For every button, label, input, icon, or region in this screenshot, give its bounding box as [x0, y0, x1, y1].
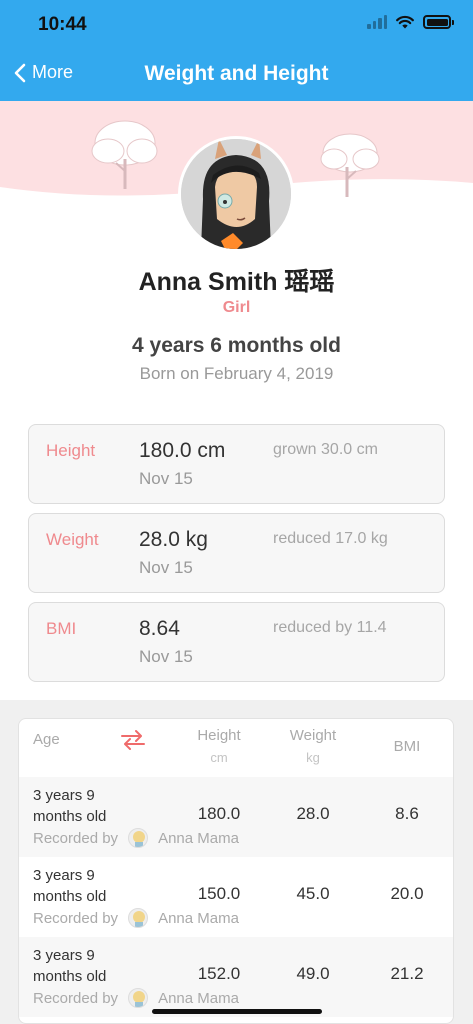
row-weight: 28.0 [296, 804, 330, 823]
row-height: 152.0 [197, 964, 241, 983]
card-label: BMI [46, 619, 77, 638]
card-change: grown 30.0 cm [273, 441, 378, 458]
row-height: 180.0 [197, 804, 241, 823]
row-bmi: 21.2 [390, 964, 424, 983]
tree-illustration-right [320, 133, 380, 197]
wifi-icon [396, 15, 414, 29]
child-avatar-icon [181, 139, 291, 249]
row-bmi: 8.6 [395, 804, 419, 823]
row-age: 3 years 9 months old [33, 787, 107, 825]
cellular-signal-icon [367, 15, 387, 29]
row-recorder: Recorded by Anna Mama [33, 988, 239, 1008]
bmi-card[interactable]: BMI 8.64 Nov 15 reduced by 11.4 [28, 602, 445, 682]
row-bmi: 20.0 [390, 884, 424, 903]
child-age: 4 years 6 months old [132, 334, 341, 357]
recorder-avatar [128, 828, 149, 848]
child-name: Anna Smith 瑶瑶 [138, 268, 335, 296]
column-header-height: Height cm [179, 727, 259, 765]
column-header-bmi: BMI [393, 738, 421, 755]
card-change: reduced 17.0 kg [273, 530, 388, 547]
row-recorder: Recorded by Anna Mama [33, 828, 239, 848]
card-label: Height [46, 441, 96, 460]
card-date: Nov 15 [139, 647, 193, 666]
status-bar: 10:44 [0, 0, 473, 50]
card-date: Nov 15 [139, 469, 193, 488]
row-recorder: Recorded by Anna Mama [33, 908, 239, 928]
header-weight-unit: kg [306, 750, 320, 765]
column-header-weight: Weight kg [273, 727, 353, 765]
height-card[interactable]: Height 180.0 cm Nov 15 grown 30.0 cm [28, 424, 445, 504]
card-value: 180.0 cm [139, 439, 226, 462]
status-icons [367, 15, 454, 29]
profile-avatar[interactable] [178, 136, 294, 252]
recorder-name: Anna Mama [158, 909, 239, 927]
recorder-avatar [128, 908, 149, 928]
row-height: 150.0 [197, 884, 241, 903]
weight-card[interactable]: Weight 28.0 kg Nov 15 reduced 17.0 kg [28, 513, 445, 593]
header-weight-label: Weight [289, 727, 337, 744]
recorded-by-label: Recorded by [33, 829, 119, 847]
recorder-name: Anna Mama [158, 829, 239, 847]
table-row[interactable]: 3 years 9 months old Recorded by Anna Ma… [19, 777, 453, 857]
row-age: 3 years 9 months old [33, 947, 107, 985]
battery-icon [423, 15, 454, 29]
swap-arrows-icon [121, 730, 145, 750]
child-gender: Girl [222, 299, 251, 316]
records-table: Age Height cm Weight kg BMI 3 years 9 mo… [18, 718, 454, 1024]
page-title: Weight and Height [144, 62, 329, 85]
row-weight: 49.0 [296, 964, 330, 983]
column-header-age: Age [33, 731, 60, 748]
header-height-label: Height [197, 727, 241, 744]
table-row[interactable]: 3 years 9 months old Recorded by Anna Ma… [19, 857, 453, 937]
home-indicator[interactable] [152, 1009, 322, 1014]
table-row[interactable]: 3 years 9 months old Recorded by Anna Ma… [19, 937, 453, 1017]
card-value: 8.64 [139, 617, 180, 640]
recorder-avatar [128, 988, 149, 1008]
card-change: reduced by 11.4 [273, 619, 387, 636]
recorded-by-label: Recorded by [33, 909, 119, 927]
recorded-by-label: Recorded by [33, 989, 119, 1007]
card-date: Nov 15 [139, 558, 193, 577]
header-height-unit: cm [210, 750, 228, 765]
card-value: 28.0 kg [139, 528, 208, 551]
swap-columns-button[interactable] [119, 729, 147, 756]
birth-date: Born on February 4, 2019 [139, 364, 334, 383]
recorder-name: Anna Mama [158, 989, 239, 1007]
status-time: 10:44 [38, 14, 87, 35]
row-age: 3 years 9 months old [33, 867, 107, 905]
card-label: Weight [46, 530, 99, 549]
row-weight: 45.0 [296, 884, 330, 903]
